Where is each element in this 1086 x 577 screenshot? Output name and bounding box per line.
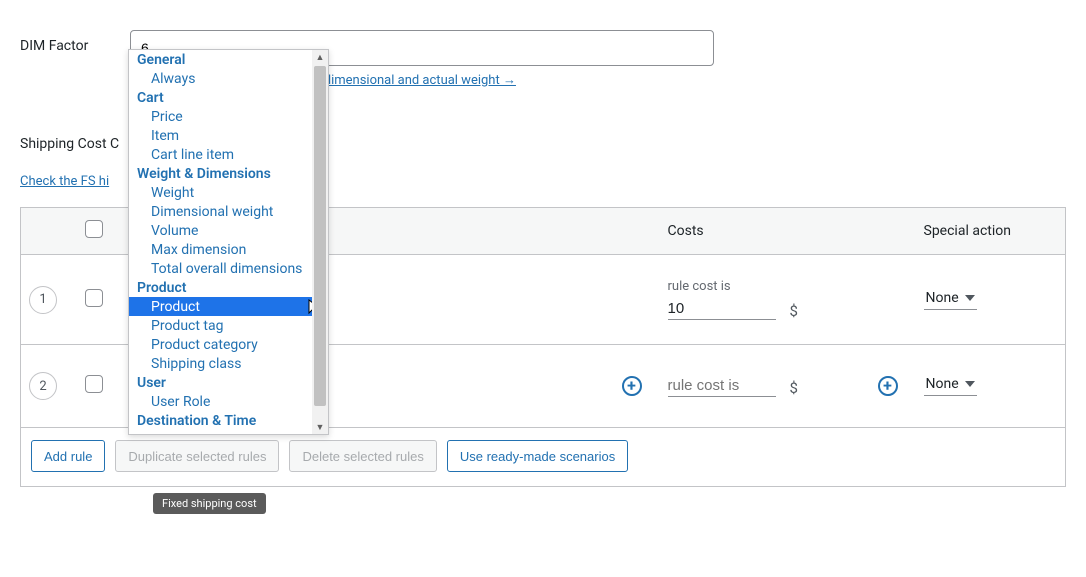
dropdown-item[interactable]: Total overall dimensions — [129, 259, 328, 278]
rule-cost-input[interactable] — [668, 298, 776, 320]
currency-symbol: $ — [790, 379, 798, 397]
row-checkbox[interactable] — [85, 289, 103, 307]
dropdown-item[interactable]: Always — [129, 69, 328, 88]
row-number: 1 — [29, 286, 57, 314]
special-action-select[interactable]: None — [924, 376, 977, 396]
dropdown-item[interactable]: Product category — [129, 335, 328, 354]
special-action-value: None — [926, 376, 959, 392]
dropdown-group-label: Cart — [129, 88, 328, 107]
table-footer: Add rule Duplicate selected rules Delete… — [20, 428, 1066, 487]
add-condition-button[interactable]: + — [622, 376, 642, 396]
dropdown-item[interactable]: Price — [129, 107, 328, 126]
scenarios-button[interactable]: Use ready-made scenarios — [447, 440, 628, 472]
chevron-down-icon — [965, 381, 975, 387]
currency-symbol: $ — [790, 302, 798, 320]
special-action-header: Special action — [916, 208, 1066, 255]
dropdown-group-label: General — [129, 50, 328, 69]
dropdown-item[interactable]: Weight — [129, 183, 328, 202]
costs-header: Costs — [660, 208, 870, 255]
dropdown-item[interactable]: Volume — [129, 221, 328, 240]
dropdown-group-label: User — [129, 373, 328, 392]
delete-rules-button[interactable]: Delete selected rules — [289, 440, 436, 472]
dropdown-group-label: Weight & Dimensions — [129, 164, 328, 183]
select-all-checkbox[interactable] — [85, 220, 103, 238]
dropdown-item[interactable]: Max dimension — [129, 240, 328, 259]
dropdown-item[interactable]: Item — [129, 126, 328, 145]
fs-hint-link[interactable]: Check the FS hi — [20, 174, 109, 189]
condition-dropdown[interactable]: GeneralAlwaysCartPriceItemCart line item… — [128, 49, 329, 435]
dropdown-item[interactable]: Product tag — [129, 316, 328, 335]
chevron-down-icon — [965, 295, 975, 301]
special-action-select[interactable]: None — [924, 290, 977, 310]
dropdown-item[interactable]: Cart line item — [129, 145, 328, 164]
duplicate-rules-button[interactable]: Duplicate selected rules — [115, 440, 279, 472]
dim-factor-label: DIM Factor — [20, 30, 130, 54]
fixed-shipping-cost-tooltip: Fixed shipping cost — [153, 493, 266, 514]
special-action-value: None — [926, 290, 959, 306]
scrollbar-thumb[interactable] — [314, 66, 326, 406]
add-cost-button[interactable]: + — [878, 376, 898, 396]
dropdown-group-label: Destination & Time — [129, 411, 328, 430]
dropdown-item[interactable]: Dimensional weight — [129, 202, 328, 221]
rule-cost-label: rule cost is — [668, 279, 776, 294]
add-rule-button[interactable]: Add rule — [31, 440, 105, 472]
rule-cost-input[interactable] — [668, 375, 776, 397]
dropdown-item[interactable]: User Role — [129, 392, 328, 411]
scroll-up-arrow[interactable]: ▲ — [312, 50, 328, 64]
dropdown-item[interactable]: Shipping class — [129, 354, 328, 373]
row-number: 2 — [29, 372, 57, 400]
row-checkbox[interactable] — [85, 375, 103, 393]
scroll-down-arrow[interactable]: ▼ — [312, 420, 328, 434]
dropdown-item[interactable]: Product — [129, 297, 328, 316]
dropdown-group-label: Product — [129, 278, 328, 297]
scrollbar-track[interactable]: ▲ ▼ — [312, 50, 328, 434]
